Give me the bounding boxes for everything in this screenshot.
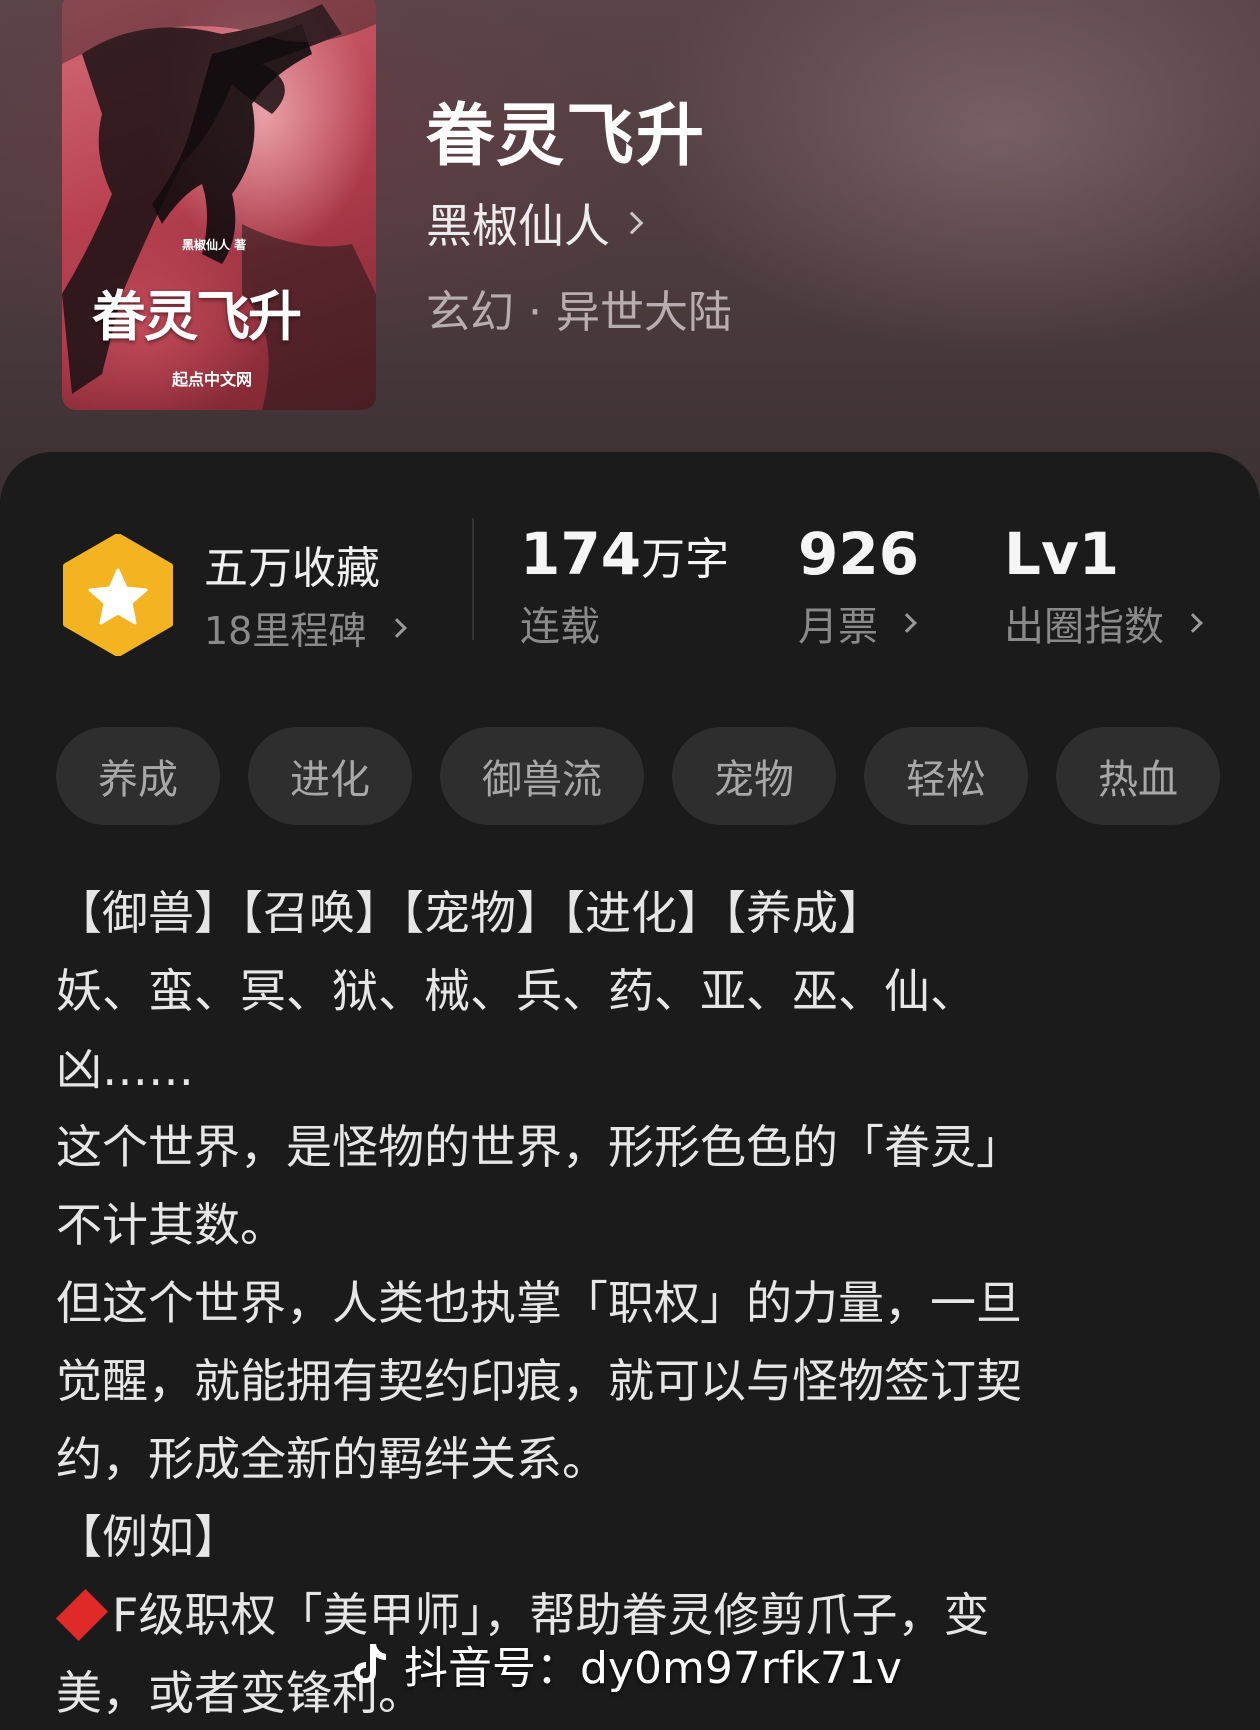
book-title: 眷灵飞升 (426, 96, 707, 176)
level-label: 出圈指数 (1004, 604, 1164, 650)
description-line: 凶…… (56, 1042, 194, 1096)
favorites-title: 五万收藏 (204, 543, 380, 594)
monthly-votes-stat[interactable]: 926 月票 (798, 520, 919, 652)
description-line: 【例如】 (56, 1510, 240, 1564)
tag-chip[interactable]: 轻松 (864, 727, 1028, 825)
milestone-label: 18里程碑 (204, 609, 367, 653)
genre-label: 玄幻 · 异世大陆 (426, 287, 732, 338)
stats-divider (472, 518, 474, 640)
book-description[interactable]: 【御兽】【召唤】【宠物】【进化】【养成】 妖、蛮、冥、狱、械、兵、药、亚、巫、仙… (55, 874, 1206, 1730)
chevron-right-icon (1183, 613, 1203, 633)
monthly-votes-value: 926 (798, 520, 920, 588)
description-line: 这个世界，是怪物的世界，形形色色的「眷灵」 (56, 1120, 1022, 1174)
author-name: 黑椒仙人 (426, 199, 610, 253)
level-stat[interactable]: Lv1 出圈指数 (1004, 520, 1203, 652)
level-value: Lv1 (1004, 520, 1120, 588)
word-count-number: 174 (520, 520, 642, 588)
description-line: 约，形成全新的羁绊关系。 (56, 1432, 608, 1486)
tag-chip[interactable]: 宠物 (672, 727, 836, 825)
watermark-text: 抖音号：dy0m97rfk71v (404, 1643, 902, 1694)
tag-chip[interactable]: 进化 (248, 727, 412, 825)
author-link[interactable]: 黑椒仙人 (426, 190, 644, 256)
description-line: 不计其数。 (56, 1198, 286, 1252)
douyin-watermark: 抖音号：dy0m97rfk71v (342, 1632, 902, 1696)
description-line: 觉醒，就能拥有契约印痕，就可以与怪物签订契 (56, 1354, 1022, 1408)
chevron-right-icon (387, 617, 408, 638)
cover-title-text: 眷灵飞升 (92, 284, 302, 348)
cover-publisher-text: 起点中文网 (172, 370, 253, 389)
tag-chip[interactable]: 养成 (56, 727, 220, 825)
douyin-logo-icon (354, 1644, 386, 1683)
chevron-right-icon (620, 211, 644, 235)
tag-list: 养成 进化 御兽流 宠物 轻松 热血 (56, 727, 1220, 825)
description-line: 妖、蛮、冥、狱、械、兵、药、亚、巫、仙、 (56, 964, 976, 1018)
chevron-right-icon (897, 613, 917, 633)
tag-chip[interactable]: 热血 (1056, 727, 1220, 825)
description-line: 但这个世界，人类也执掌「职权」的力量，一旦 (56, 1276, 1022, 1330)
book-cover-image[interactable]: 黑椒仙人 著 眷灵飞升 起点中文网 (62, 0, 376, 410)
word-count-stat: 174万字 连载 (520, 520, 729, 652)
book-detail-page: 黑椒仙人 著 眷灵飞升 起点中文网 眷灵飞升 黑椒仙人 玄幻 · 异世大陆 五万… (0, 0, 1260, 1730)
monthly-votes-label: 月票 (798, 604, 878, 650)
word-count-unit: 万字 (641, 534, 730, 585)
serial-status-label: 连载 (520, 604, 600, 650)
description-line: 【御兽】【召唤】【宠物】【进化】【养成】 (56, 886, 884, 940)
red-diamond-icon (55, 1588, 109, 1641)
star-badge-icon (63, 534, 173, 656)
tag-chip[interactable]: 御兽流 (440, 727, 644, 825)
cover-author-text: 黑椒仙人 著 (182, 238, 247, 252)
milestone-link[interactable]: 18里程碑 (204, 600, 408, 655)
